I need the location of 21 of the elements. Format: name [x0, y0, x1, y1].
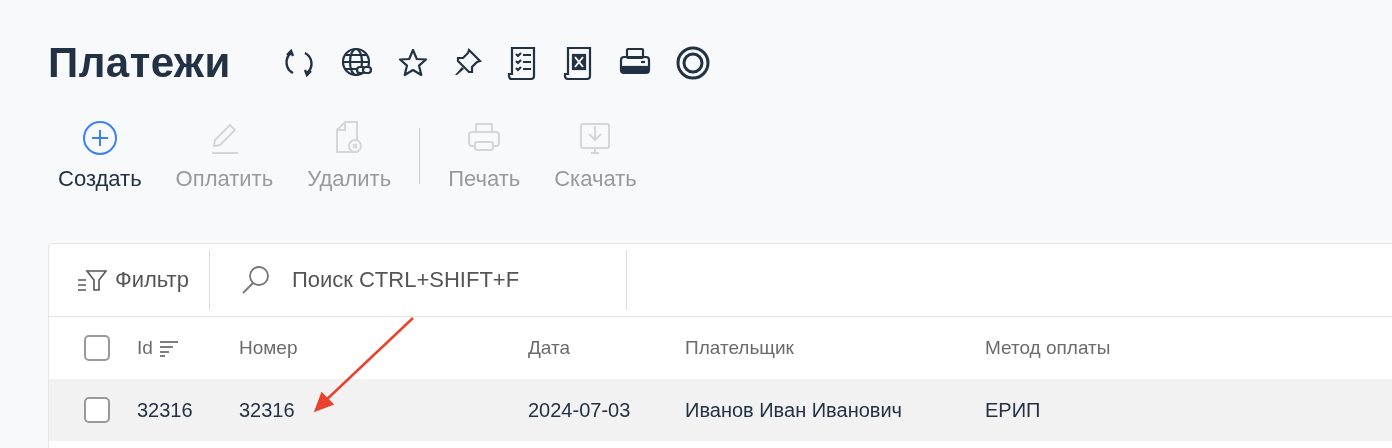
plus-icon [81, 120, 118, 156]
search-field[interactable]: Поиск CTRL+SHIFT+F [289, 266, 614, 294]
column-header[interactable]: Id [137, 337, 179, 359]
column-header[interactable]: Метод оплаты [985, 337, 1111, 359]
page-title: Платежи [48, 39, 231, 87]
table-cell: Иванов Иван Иванович [685, 398, 903, 422]
table-cell: 2024-07-03 [528, 398, 631, 422]
checkbox[interactable] [84, 335, 110, 361]
table-cell: 32316 [137, 398, 193, 422]
star-icon[interactable] [396, 47, 429, 79]
filter-icon [77, 268, 107, 292]
column-header[interactable]: Плательщик [685, 337, 794, 359]
filter-button[interactable]: Фильтр [49, 250, 210, 310]
table-cell: 32316 [239, 398, 295, 422]
column-header[interactable]: Номер [239, 337, 298, 359]
column-header[interactable]: Дата [528, 337, 571, 359]
sort-icon [158, 339, 179, 357]
checkbox[interactable] [84, 397, 110, 423]
table-cell: ЕРИП [985, 398, 1041, 422]
lifebuoy-icon[interactable] [674, 45, 711, 81]
toolbar-button[interactable]: Создать [44, 114, 156, 198]
